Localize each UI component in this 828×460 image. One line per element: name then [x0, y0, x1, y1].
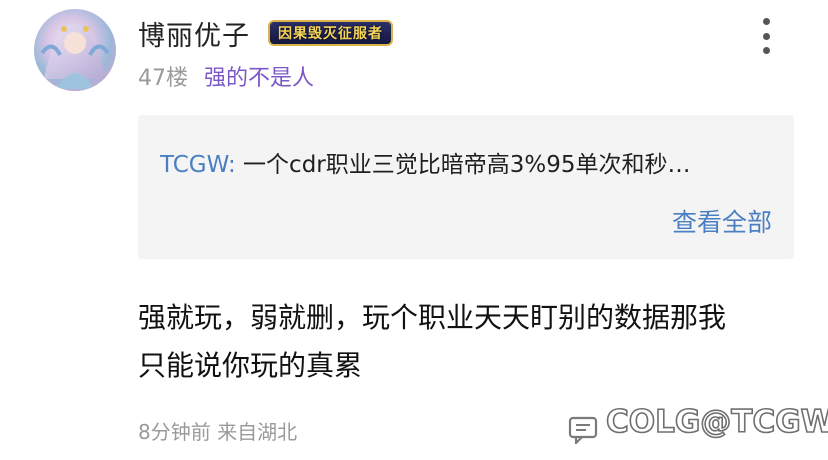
watermark: COLG@TCGW [605, 403, 828, 441]
more-vertical-icon-dot [762, 32, 770, 40]
floor-number: 47楼 [138, 66, 188, 91]
more-options-button[interactable] [754, 18, 778, 54]
more-vertical-icon-dot [762, 47, 770, 54]
quoted-text: 一个cdr职业三觉比暗帝高3%95单次和秒… [235, 152, 691, 178]
more-vertical-icon [762, 18, 770, 25]
view-all-link[interactable]: 查看全部 [672, 203, 772, 239]
avatar[interactable] [34, 9, 116, 91]
post-body-line: 只能说你玩的真累 [138, 349, 363, 382]
comment-icon[interactable] [568, 416, 598, 444]
post-body: 强就玩，弱就删，玩个职业天天盯别的数据那我 只能说你玩的真累 [138, 294, 808, 390]
post-body-line: 强就玩，弱就删，玩个职业天天盯别的数据那我 [138, 301, 727, 334]
post-meta: 8分钟前 来自湖北 [138, 416, 297, 445]
post-time: 8分钟前 [138, 420, 211, 444]
quoted-user[interactable]: TCGW: [160, 152, 236, 178]
level-title: 强的不是人 [204, 66, 315, 91]
username[interactable]: 博丽优子 [138, 14, 250, 53]
quoted-reply-box[interactable]: TCGW: 一个cdr职业三觉比暗帝高3%95单次和秒… 查看全部 [138, 115, 794, 259]
avatar-image [40, 23, 110, 89]
quoted-reply-line: TCGW: 一个cdr职业三觉比暗帝高3%95单次和秒… [160, 145, 691, 179]
floor-post: 博丽优子 因果毁灭征服者 47楼 强的不是人 TCGW: 一个cdr职业三觉比暗… [0, 0, 828, 460]
post-location: 来自湖北 [217, 420, 298, 444]
title-badge: 因果毁灭征服者 [268, 20, 393, 46]
